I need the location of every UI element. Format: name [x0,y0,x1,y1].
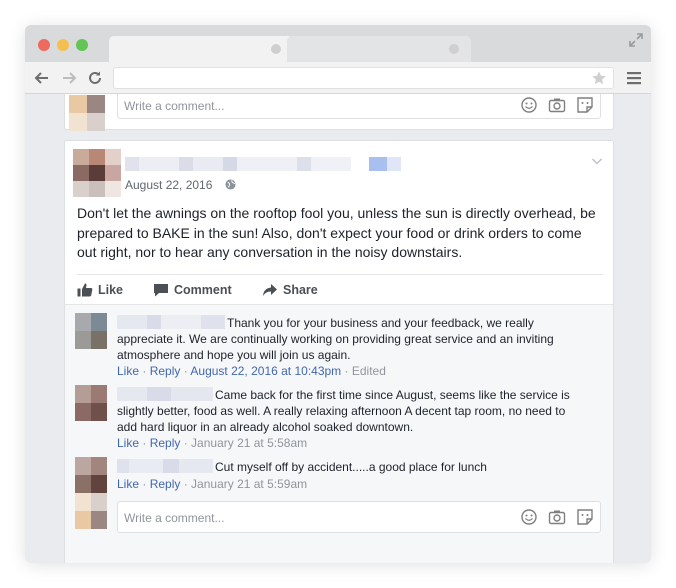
post-body: Don't let the awnings on the rooftop foo… [77,205,596,260]
forward-arrow-icon[interactable] [61,70,77,86]
emoji-icon[interactable] [520,96,538,114]
globe-icon [225,179,236,190]
comment-timestamp[interactable]: August 22, 2016 at 10:43pm [190,364,341,378]
tab-bar [25,25,651,62]
tab-active[interactable] [109,36,293,62]
bookmark-star-icon[interactable] [591,70,607,86]
avatar[interactable] [75,385,107,421]
comment-reply-link[interactable]: Reply [150,436,181,450]
comment-meta: Like · Reply · January 21 at 5:58am [117,436,307,450]
comment-meta: Like · Reply · January 21 at 5:59am [117,477,307,491]
browser-window: Write a comment... August 22, 2016 Don't… [25,25,651,563]
emoji-icon[interactable] [520,508,538,526]
share-button[interactable]: Share [262,283,318,297]
comment-input[interactable]: Write a comment... [117,501,601,533]
camera-icon[interactable] [548,96,566,114]
post-actions: Like Comment Share [77,274,603,305]
hamburger-menu-icon[interactable] [627,71,641,85]
post-date[interactable]: August 22, 2016 [125,178,212,192]
comment-reply-link[interactable]: Reply [150,364,181,378]
fullscreen-icon[interactable] [629,33,643,47]
close-window-button[interactable] [38,39,50,51]
comment-timestamp[interactable]: January 21 at 5:59am [191,477,307,491]
like-label: Like [98,283,124,297]
comment-text: Came back for the first time since Augus… [117,388,570,434]
comment-like-link[interactable]: Like [117,364,139,378]
address-bar[interactable] [113,67,614,89]
sticker-icon[interactable] [576,508,594,526]
previous-post-card: Write a comment... [64,94,614,131]
comment-bubble-icon [154,284,168,297]
comment-text: Cut myself off by accident.....a good pl… [215,460,487,474]
sticker-icon[interactable] [576,96,594,114]
tab-close-icon[interactable] [449,44,459,54]
tab-close-icon[interactable] [271,44,281,54]
comment-label: Comment [174,283,232,297]
browser-toolbar [25,62,651,94]
comment-placeholder: Write a comment... [124,511,225,525]
separator: · [139,364,150,378]
separator: · [139,477,150,491]
back-arrow-icon[interactable] [34,70,50,86]
comment-reply-link[interactable]: Reply [150,477,181,491]
share-arrow-icon [263,284,277,296]
comment-like-link[interactable]: Like [117,436,139,450]
chevron-down-icon[interactable] [591,155,603,167]
reload-icon[interactable] [87,70,103,86]
like-button[interactable]: Like [77,283,123,297]
avatar[interactable] [75,457,107,529]
camera-icon[interactable] [548,508,566,526]
comments-section: Thank you for your business and your fee… [65,304,613,563]
separator: · [180,436,192,450]
separator: · [180,477,192,491]
author-name-blurred[interactable] [125,157,401,171]
comment-text: Thank you for your business and your fee… [117,316,554,362]
comment-meta: Like · Reply · August 22, 2016 at 10:43p… [117,364,386,378]
page-content: Write a comment... August 22, 2016 Don't… [25,94,651,563]
comment-timestamp[interactable]: January 21 at 5:58am [191,436,307,450]
comment-placeholder: Write a comment... [124,99,225,113]
comment-button[interactable]: Comment [153,283,232,297]
separator: · [180,364,191,378]
comment-like-link[interactable]: Like [117,477,139,491]
tab-inactive[interactable] [287,36,471,62]
comment-input[interactable]: Write a comment... [117,94,601,119]
share-label: Share [283,283,318,297]
edited-label[interactable]: Edited [352,364,386,378]
separator: · [341,364,352,378]
maximize-window-button[interactable] [76,39,88,51]
avatar [69,95,105,131]
avatar[interactable] [75,313,107,349]
thumbs-up-icon [77,283,93,297]
minimize-window-button[interactable] [57,39,69,51]
review-post-card: August 22, 2016 Don't let the awnings on… [64,140,614,563]
avatar[interactable] [73,149,121,197]
commenter-name-blurred[interactable] [117,459,213,473]
separator: · [139,436,150,450]
